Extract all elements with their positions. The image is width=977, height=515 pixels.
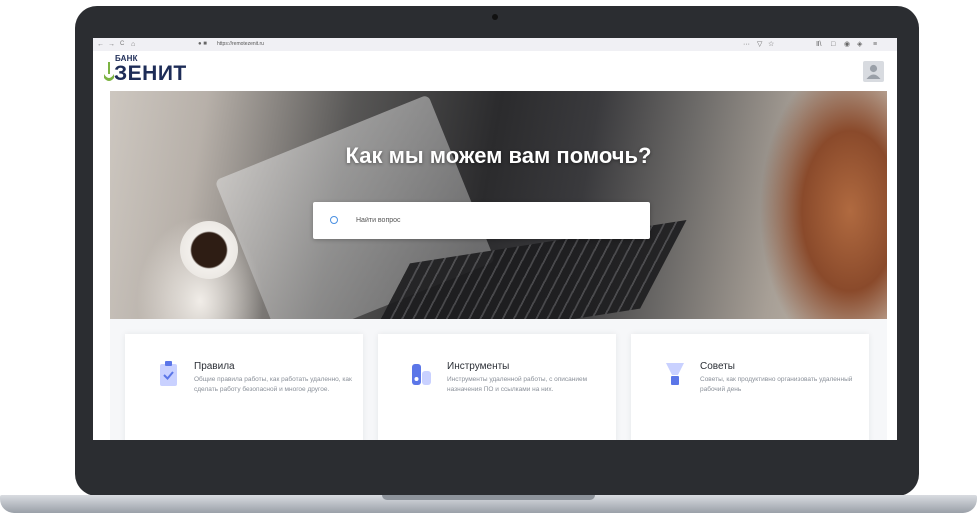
hero-title: Как мы можем вам помочь? (345, 143, 652, 168)
tools-icon (412, 364, 431, 385)
hero-photo-cup (180, 221, 238, 279)
home-icon[interactable]: ⌂ (131, 40, 135, 49)
hero-banner: Как мы можем вам помочь? (110, 91, 887, 319)
card-description: Советы, как продуктивно организовать уда… (700, 376, 853, 393)
card-tips[interactable]: Советы Советы, как продуктивно организов… (631, 334, 869, 440)
search-box[interactable] (313, 202, 650, 239)
extension-icon[interactable]: ◉ (844, 40, 850, 49)
zenit-logo-icon (104, 62, 114, 81)
laptop-notch (382, 495, 595, 500)
site-header: БАНК ЗЕНИТ (93, 51, 897, 91)
category-cards: Правила Общие правила работы, как работа… (110, 319, 887, 440)
search-input[interactable] (356, 202, 636, 239)
bookmark-star-icon[interactable]: ☆ (768, 40, 774, 49)
library-icon[interactable]: Ⅱ\ (816, 40, 821, 49)
pocket-icon[interactable]: ▽ (757, 40, 762, 49)
back-icon[interactable]: ← (97, 40, 104, 49)
lightbulb-icon (666, 363, 684, 385)
page-actions-icon[interactable]: ··· (743, 40, 750, 49)
account-icon[interactable]: ◈ (857, 40, 862, 49)
card-description: Инструменты удаленной работы, с описание… (447, 376, 588, 393)
sidebar-icon[interactable]: □ (831, 40, 835, 49)
user-avatar-icon[interactable] (863, 61, 884, 82)
search-icon (330, 216, 338, 224)
card-title: Правила (194, 361, 235, 372)
webcam (492, 14, 498, 20)
card-title: Советы (700, 361, 735, 372)
user-silhouette-icon (866, 64, 881, 79)
logo-text[interactable]: ЗЕНИТ (114, 62, 187, 86)
card-rules[interactable]: Правила Общие правила работы, как работа… (125, 334, 363, 440)
card-title: Инструменты (447, 361, 510, 372)
screen: ← → C ⌂ ● ■ https://remotezenit.ru ··· ▽… (93, 38, 897, 440)
clipboard-check-icon (160, 361, 177, 386)
hamburger-menu-icon[interactable]: ≡ (873, 40, 877, 49)
address-bar[interactable]: https://remotezenit.ru (217, 41, 264, 48)
card-description: Общие правила работы, как работать удале… (194, 376, 352, 393)
reload-icon[interactable]: C (120, 40, 124, 49)
forward-icon[interactable]: → (108, 40, 115, 49)
lock-icon: ● ■ (198, 41, 207, 47)
browser-toolbar: ← → C ⌂ ● ■ https://remotezenit.ru ··· ▽… (93, 38, 897, 52)
card-tools[interactable]: Инструменты Инструменты удаленной работы… (378, 334, 616, 440)
